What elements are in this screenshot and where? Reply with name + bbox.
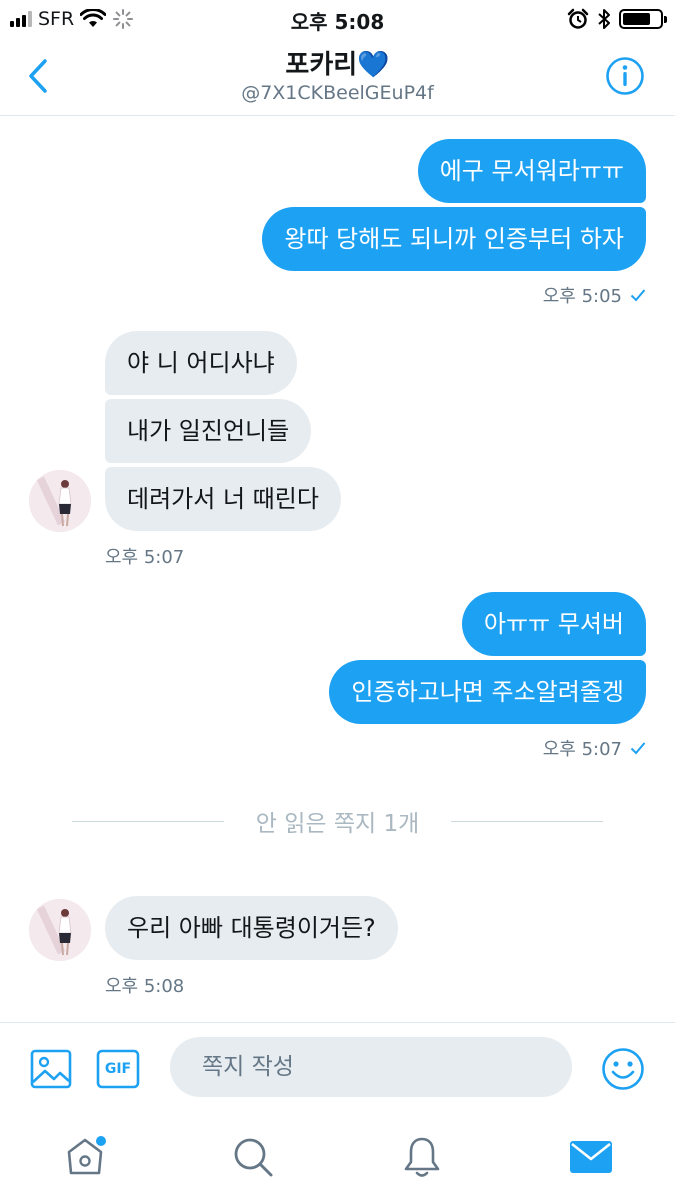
message-timestamp: 오후 5:07 [543,735,646,761]
message-composer: GIF [0,1022,675,1114]
message-input[interactable] [170,1037,572,1097]
gif-button[interactable]: GIF [96,1049,140,1093]
sent-check-icon [630,289,646,302]
message-bubble-sent[interactable]: 인증하고나면 주소알려줄겡 [329,660,646,724]
conversation-header: 포카리💙 @7X1CKBeelGEuP4f [0,38,675,116]
message-text: 내가 일진언니들 [127,417,290,445]
message-timestamp: 오후 5:07 [105,543,184,569]
message-text: 왕따 당해도 되니까 인증부터 하자 [284,225,624,253]
tab-notifications[interactable] [397,1132,447,1182]
info-button[interactable] [605,56,645,96]
message-text: 야 니 어디사냐 [127,349,275,377]
status-right [567,6,667,32]
message-bubble-received[interactable]: 데려가서 너 때린다 [105,467,341,531]
message-timestamp: 오후 5:08 [105,972,184,998]
gif-label: GIF [104,1061,132,1077]
bell-icon [404,1137,440,1177]
message-text: 데려가서 너 때린다 [127,485,319,513]
message-text: 우리 아빠 대통령이거든? [127,914,376,942]
conversation-title: 포카리💙 [285,50,390,80]
sender-avatar[interactable] [29,470,91,532]
timestamp-text: 오후 5:05 [542,286,622,307]
home-icon [67,1136,106,1175]
message-timestamp: 오후 5:05 [543,282,646,308]
message-text: 아ㅠㅠ 무셔버 [483,610,624,638]
battery-icon [619,9,667,29]
photo-button[interactable] [30,1049,72,1093]
message-bubble-sent[interactable]: 에구 무서워라ㅠㅠ [417,139,646,203]
conversation-handle: @7X1CKBeelGEuP4f [241,82,434,104]
message-text: 에구 무서워라ㅠㅠ [439,157,624,185]
emoji-button[interactable] [601,1047,645,1095]
unread-divider: 안 읽은 쪽지 1개 [72,800,603,837]
tab-search[interactable] [228,1132,278,1182]
message-bubble-received[interactable]: 야 니 어디사냐 [105,331,297,395]
avatar-image [29,470,91,532]
smiley-icon [602,1048,644,1090]
tab-bar [0,1114,675,1200]
timestamp-text: 오후 5:08 [105,976,185,997]
timestamp-text: 오후 5:07 [105,547,185,568]
search-icon [234,1138,273,1177]
tab-home[interactable] [60,1132,110,1182]
message-bubble-received[interactable]: 우리 아빠 대통령이거든? [105,896,398,960]
notification-dot [96,1136,106,1146]
mail-icon [570,1141,612,1173]
timestamp-text: 오후 5:07 [542,739,622,760]
avatar-image [29,899,91,961]
image-icon [30,1049,72,1089]
info-icon [606,57,644,95]
sent-check-icon [630,742,646,755]
alarm-icon [567,8,589,29]
tab-messages[interactable] [566,1132,616,1182]
message-bubble-sent[interactable]: 왕따 당해도 되니까 인증부터 하자 [262,207,646,271]
status-bar: SFR 오후 5:08 [0,0,675,38]
sender-avatar[interactable] [29,899,91,961]
message-bubble-received[interactable]: 내가 일진언니들 [105,399,312,463]
divider-line [451,821,603,822]
message-bubble-sent[interactable]: 아ㅠㅠ 무셔버 [461,592,646,656]
message-text: 인증하고나면 주소알려줄겡 [351,678,624,706]
bluetooth-icon [598,9,610,29]
